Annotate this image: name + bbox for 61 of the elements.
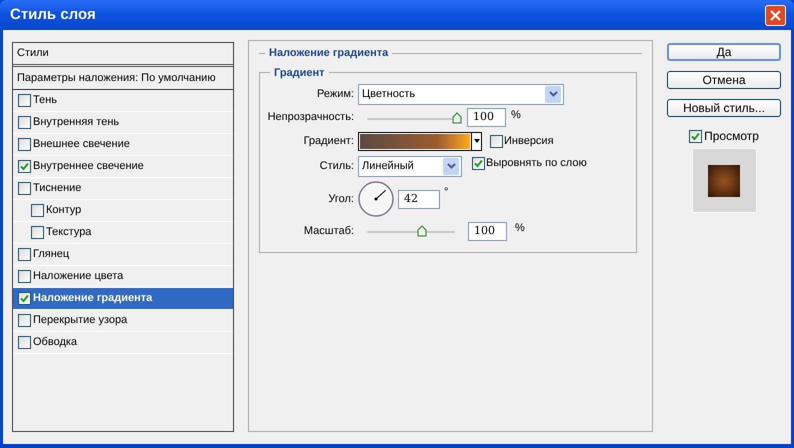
checkbox[interactable]	[18, 116, 31, 129]
preview-square	[708, 164, 740, 196]
dropdown[interactable]: Линейный	[358, 156, 462, 176]
checkbox[interactable]	[18, 292, 31, 305]
field-label: Градиент:	[302, 134, 354, 149]
panel-header-label: Стили	[17, 46, 49, 62]
checkbox[interactable]	[490, 134, 503, 148]
close-button[interactable]	[765, 4, 786, 26]
blending-options-item[interactable]: Параметры наложения: По умолчанию	[13, 67, 233, 90]
checkbox[interactable]	[472, 156, 485, 170]
input-field[interactable]: 100	[467, 108, 506, 127]
checkbox[interactable]	[18, 182, 31, 195]
checkbox[interactable]	[18, 314, 31, 327]
field-label: Угол:	[327, 192, 354, 207]
checkbox[interactable]	[18, 160, 31, 173]
field-label: Стиль:	[318, 158, 354, 174]
checkbox[interactable]	[31, 204, 44, 217]
checkbox[interactable]	[18, 336, 31, 349]
style-item[interactable]: Тень	[13, 90, 233, 112]
field-label: Непрозрачность:	[266, 110, 354, 126]
style-item[interactable]: Перекрытие узора	[13, 310, 233, 332]
style-item[interactable]: Глянец	[13, 244, 233, 266]
checkbox[interactable]	[18, 138, 31, 151]
chevron-down-icon	[443, 158, 459, 174]
unit-label: °	[444, 185, 448, 200]
unit-label: %	[515, 221, 525, 236]
angle-dial[interactable]	[358, 181, 394, 217]
checkbox-label: Выровнять по слою	[486, 156, 587, 171]
slider-thumb[interactable]	[416, 225, 427, 237]
slider-thumb[interactable]	[452, 112, 462, 124]
checkbox-label: Инверсия	[504, 134, 554, 149]
style-item[interactable]: Внутренняя тень	[13, 112, 233, 134]
style-item[interactable]: Внешнее свечение	[13, 134, 233, 156]
checkbox[interactable]	[18, 94, 31, 107]
style-item[interactable]: Внутреннее свечение	[13, 156, 233, 178]
checkbox[interactable]	[31, 226, 44, 239]
unit-label: %	[511, 108, 521, 123]
style-item[interactable]: Тиснение	[13, 178, 233, 200]
input-field[interactable]: 42	[398, 190, 440, 208]
chevron-down-icon	[545, 86, 561, 102]
dialog-button[interactable]: Да	[667, 43, 781, 61]
checkbox-label: Просмотр	[704, 128, 759, 145]
style-item[interactable]: Контур	[13, 200, 233, 222]
dialog-button[interactable]: Новый стиль...	[667, 99, 781, 117]
window-title: Стиль слоя	[9, 4, 96, 25]
checkbox[interactable]	[18, 270, 31, 283]
close-icon	[770, 10, 781, 20]
gradient-picker[interactable]	[358, 132, 482, 150]
group-title: Градиент	[273, 66, 326, 80]
section-title: Наложение градиента	[269, 46, 388, 61]
style-item[interactable]: Текстура	[13, 222, 233, 244]
caret-icon	[471, 132, 481, 150]
checkbox[interactable]	[689, 130, 702, 142]
input-field[interactable]: 100	[468, 222, 507, 240]
dialog-button[interactable]: Отмена	[667, 71, 781, 89]
checkbox[interactable]	[18, 248, 31, 261]
field-label: Режим:	[316, 86, 354, 102]
field-label: Масштаб:	[302, 224, 354, 239]
style-item[interactable]: Обводка	[13, 332, 233, 354]
dropdown[interactable]: Цветность	[358, 84, 564, 104]
style-item[interactable]: Наложение градиента	[13, 288, 233, 310]
